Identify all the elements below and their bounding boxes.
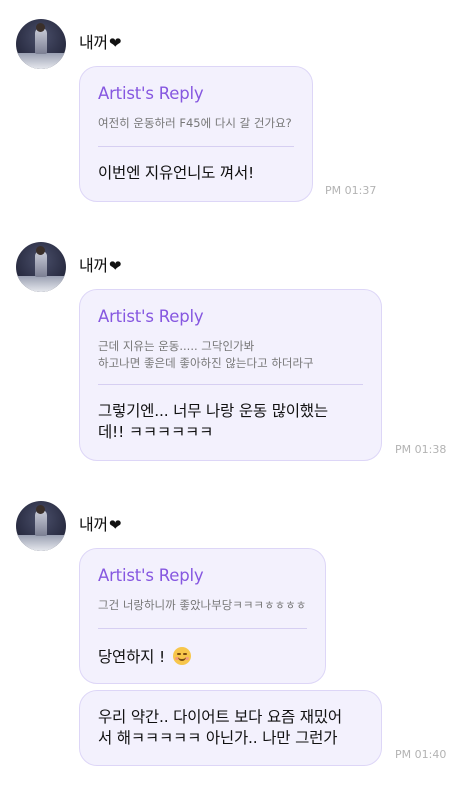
avatar[interactable] — [16, 19, 66, 69]
sender-name: 내꺼❤ — [79, 29, 121, 53]
sender-name-text: 내꺼 — [79, 33, 108, 52]
divider — [98, 628, 307, 629]
message-text: 그렇기엔... 너무 나랑 운동 많이했는 데!! ㅋㅋㅋㅋㅋㅋ — [98, 402, 328, 441]
reply-quote: 근데 지유는 운동..... 그닥인가봐 하고나면 좋은데 좋아하진 않는다고 … — [98, 339, 314, 370]
divider — [98, 384, 363, 385]
timestamp: PM 01:37 — [325, 184, 377, 197]
heart-icon: ❤ — [108, 516, 122, 534]
artist-reply-title: Artist's Reply — [98, 307, 204, 326]
sender-name-text: 내꺼 — [79, 515, 108, 534]
artist-reply-title: Artist's Reply — [98, 84, 204, 103]
artist-reply-title: Artist's Reply — [98, 566, 204, 585]
sender-name: 내꺼❤ — [79, 511, 121, 535]
smiling-face-icon — [172, 647, 191, 665]
heart-icon: ❤ — [108, 257, 122, 275]
message-bubble[interactable]: Artist's Reply 그건 너랑하니까 좋았나부당ㅋㅋㅋㅎㅎㅎㅎ 당연하… — [79, 548, 326, 684]
reply-quote: 여전히 운동하러 F45에 다시 갈 건가요? — [98, 116, 292, 130]
message-text-content: 당연하지 ! — [98, 648, 165, 666]
reply-quote: 그건 너랑하니까 좋았나부당ㅋㅋㅋㅎㅎㅎㅎ — [98, 598, 307, 612]
message-text: 이번엔 지유언니도 껴서! — [98, 164, 255, 182]
heart-icon: ❤ — [108, 34, 122, 52]
divider — [98, 146, 294, 147]
message-bubble[interactable]: 우리 약간.. 다이어트 보다 요즘 재밌어 서 해ㅋㅋㅋㅋㅋ 아닌가.. 나만… — [79, 690, 382, 766]
message-text: 당연하지 ! — [98, 647, 311, 668]
avatar[interactable] — [16, 242, 66, 292]
message-bubble[interactable]: Artist's Reply 근데 지유는 운동..... 그닥인가봐 하고나면… — [79, 289, 382, 461]
avatar[interactable] — [16, 501, 66, 551]
sender-name-text: 내꺼 — [79, 256, 108, 275]
message-bubble[interactable]: Artist's Reply 여전히 운동하러 F45에 다시 갈 건가요? 이… — [79, 66, 313, 202]
timestamp: PM 01:38 — [395, 443, 447, 456]
timestamp: PM 01:40 — [395, 748, 447, 761]
sender-name: 내꺼❤ — [79, 252, 121, 276]
message-text: 우리 약간.. 다이어트 보다 요즘 재밌어 서 해ㅋㅋㅋㅋㅋ 아닌가.. 나만… — [98, 708, 342, 747]
